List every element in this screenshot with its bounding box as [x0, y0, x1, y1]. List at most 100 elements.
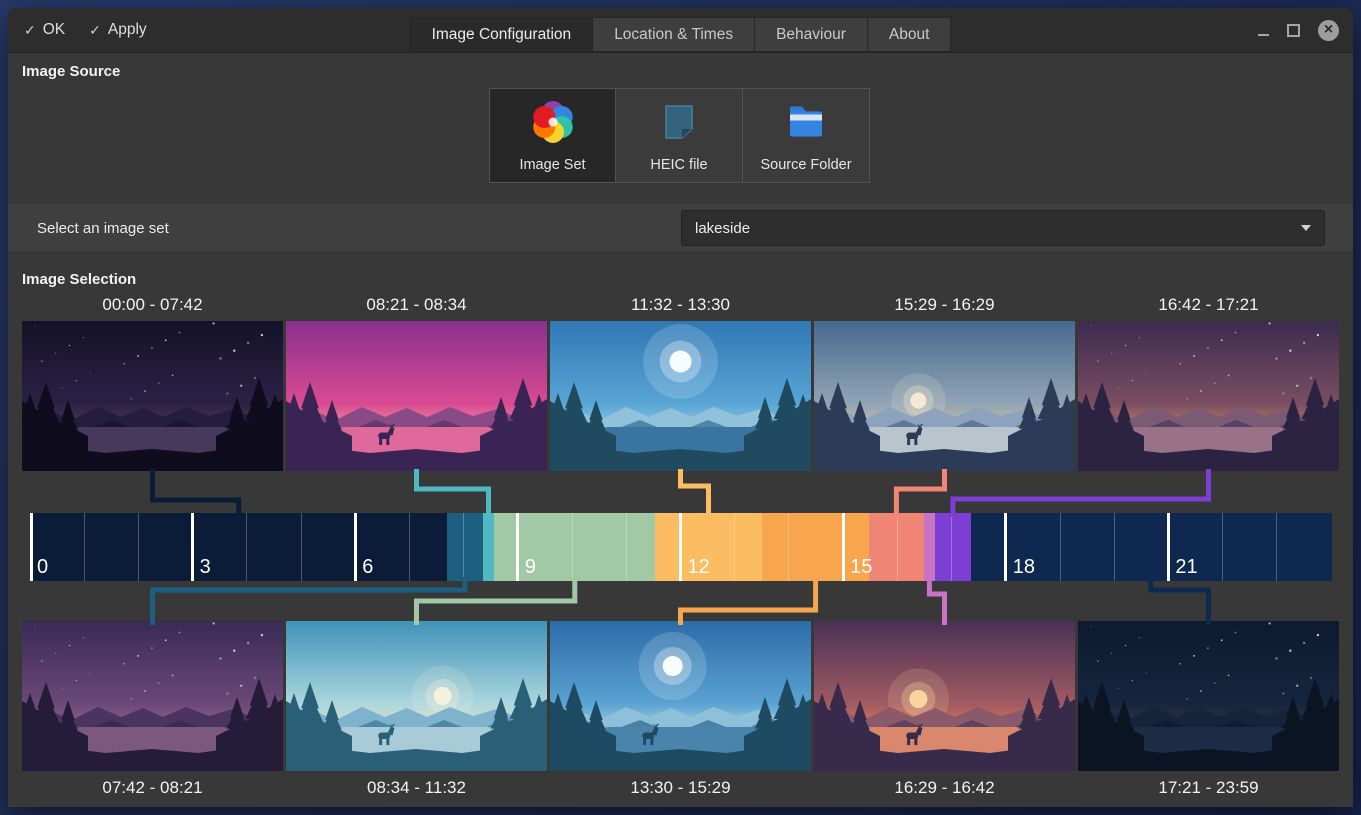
time-range-label: 16:29 - 16:42	[814, 778, 1075, 798]
chevron-down-icon	[1301, 225, 1311, 231]
timeline-segment[interactable]	[924, 513, 936, 581]
time-range-label: 00:00 - 07:42	[22, 295, 283, 315]
hour-label: 18	[1013, 556, 1035, 579]
desktop-background: ✓ OK ✓ Apply Image ConfigurationLocation…	[0, 0, 1361, 815]
hour-tick	[138, 513, 139, 581]
hour-tick	[1004, 513, 1007, 581]
hour-tick	[572, 513, 573, 581]
apply-button-label: Apply	[108, 21, 147, 39]
time-range-label: 13:30 - 15:29	[550, 778, 811, 798]
titlebar-actions: ✓ OK ✓ Apply	[24, 8, 147, 52]
tab-about[interactable]: About	[868, 17, 952, 52]
hour-tick	[246, 513, 247, 581]
image-source-type-group: Image Set HEIC file Source Folder	[489, 88, 870, 183]
hour-tick	[516, 513, 519, 581]
time-range-label: 08:34 - 11:32	[286, 778, 547, 798]
hour-tick	[842, 513, 845, 581]
hour-tick	[626, 513, 627, 581]
ok-button-label: OK	[43, 21, 65, 39]
source-folder-button[interactable]: Source Folder	[743, 88, 870, 183]
connector-line	[929, 577, 944, 625]
connector-line	[153, 577, 466, 625]
tab-behaviour[interactable]: Behaviour	[755, 17, 868, 52]
connector-line	[417, 577, 575, 625]
connector-line	[681, 469, 709, 517]
wallpaper-thumbnail[interactable]	[1078, 321, 1339, 471]
connector-line	[896, 469, 944, 517]
tab-bar: Image ConfigurationLocation & TimesBehav…	[410, 17, 952, 52]
tab-image-configuration[interactable]: Image Configuration	[410, 17, 594, 52]
check-icon: ✓	[24, 22, 36, 39]
minimize-button[interactable]	[1258, 34, 1269, 36]
image-selection-header: Image Selection	[22, 271, 136, 288]
timeline-segment[interactable]	[447, 513, 483, 581]
hour-tick	[409, 513, 410, 581]
wallpaper-thumbnail[interactable]	[1078, 621, 1339, 771]
time-range-label: 17:21 - 23:59	[1078, 778, 1339, 798]
hour-tick	[1167, 513, 1170, 581]
wallpaper-thumbnail[interactable]	[22, 621, 283, 771]
tab-location-times[interactable]: Location & Times	[593, 17, 755, 52]
maximize-button[interactable]	[1287, 24, 1300, 37]
image-set-row: Select an image set lakeside	[8, 203, 1353, 253]
time-range-label: 11:32 - 13:30	[550, 295, 811, 315]
image-source-header: Image Source	[22, 63, 120, 80]
source-type-label: Source Folder	[760, 157, 851, 173]
wallpaper-thumbnail[interactable]	[550, 321, 811, 471]
hour-label: 3	[200, 556, 211, 579]
image-set-selected-value: lakeside	[695, 220, 750, 237]
timeline: 036912151821	[30, 513, 1331, 581]
hour-tick	[84, 513, 85, 581]
source-folder-icon	[783, 99, 829, 149]
image-set-pinwheel-icon	[530, 99, 576, 149]
hour-label: 9	[525, 556, 536, 579]
wallpaper-thumbnail[interactable]	[550, 621, 811, 771]
wallpaper-thumbnail[interactable]	[286, 621, 547, 771]
ok-button[interactable]: ✓ OK	[24, 21, 65, 39]
image-set-button[interactable]: Image Set	[489, 88, 616, 183]
window-controls: ×	[1258, 8, 1339, 52]
hour-tick	[788, 513, 789, 581]
connector-line	[1151, 577, 1209, 625]
hour-tick	[1276, 513, 1277, 581]
timeline-segment[interactable]	[483, 513, 495, 581]
time-range-label: 08:21 - 08:34	[286, 295, 547, 315]
hour-tick	[191, 513, 194, 581]
heic-file-icon	[656, 99, 702, 149]
hour-tick	[354, 513, 357, 581]
wallpaper-thumbnail[interactable]	[814, 321, 1075, 471]
apply-button[interactable]: ✓ Apply	[89, 21, 147, 39]
hour-tick	[1114, 513, 1115, 581]
timeline-segment[interactable]	[30, 513, 448, 581]
hour-tick	[463, 513, 464, 581]
timeline-segment[interactable]	[935, 513, 971, 581]
time-range-label: 15:29 - 16:29	[814, 295, 1075, 315]
wallpaper-thumbnail[interactable]	[22, 321, 283, 471]
image-set-dropdown[interactable]: lakeside	[681, 210, 1325, 246]
hour-tick	[734, 513, 735, 581]
connector-line	[153, 469, 239, 517]
hour-tick	[679, 513, 682, 581]
wallpaper-thumbnail[interactable]	[814, 621, 1075, 771]
heic-file-button[interactable]: HEIC file	[616, 88, 743, 183]
hour-tick	[301, 513, 302, 581]
source-type-label: HEIC file	[650, 157, 707, 173]
connector-line	[953, 469, 1209, 517]
close-button[interactable]: ×	[1318, 20, 1339, 41]
hour-tick	[1060, 513, 1061, 581]
hour-label: 12	[688, 556, 710, 579]
hour-tick	[951, 513, 952, 581]
hour-tick	[30, 513, 33, 581]
hour-tick	[1222, 513, 1223, 581]
hour-tick	[897, 513, 898, 581]
titlebar: ✓ OK ✓ Apply Image ConfigurationLocation…	[8, 8, 1353, 53]
time-range-label: 07:42 - 08:21	[22, 778, 283, 798]
connector-line	[417, 469, 489, 517]
hour-label: 15	[850, 556, 872, 579]
hour-label: 0	[37, 556, 48, 579]
wallpaper-thumbnail[interactable]	[286, 321, 547, 471]
hour-label: 6	[362, 556, 373, 579]
app-window: ✓ OK ✓ Apply Image ConfigurationLocation…	[8, 8, 1353, 807]
time-range-label: 16:42 - 17:21	[1078, 295, 1339, 315]
connector-line	[681, 577, 816, 625]
